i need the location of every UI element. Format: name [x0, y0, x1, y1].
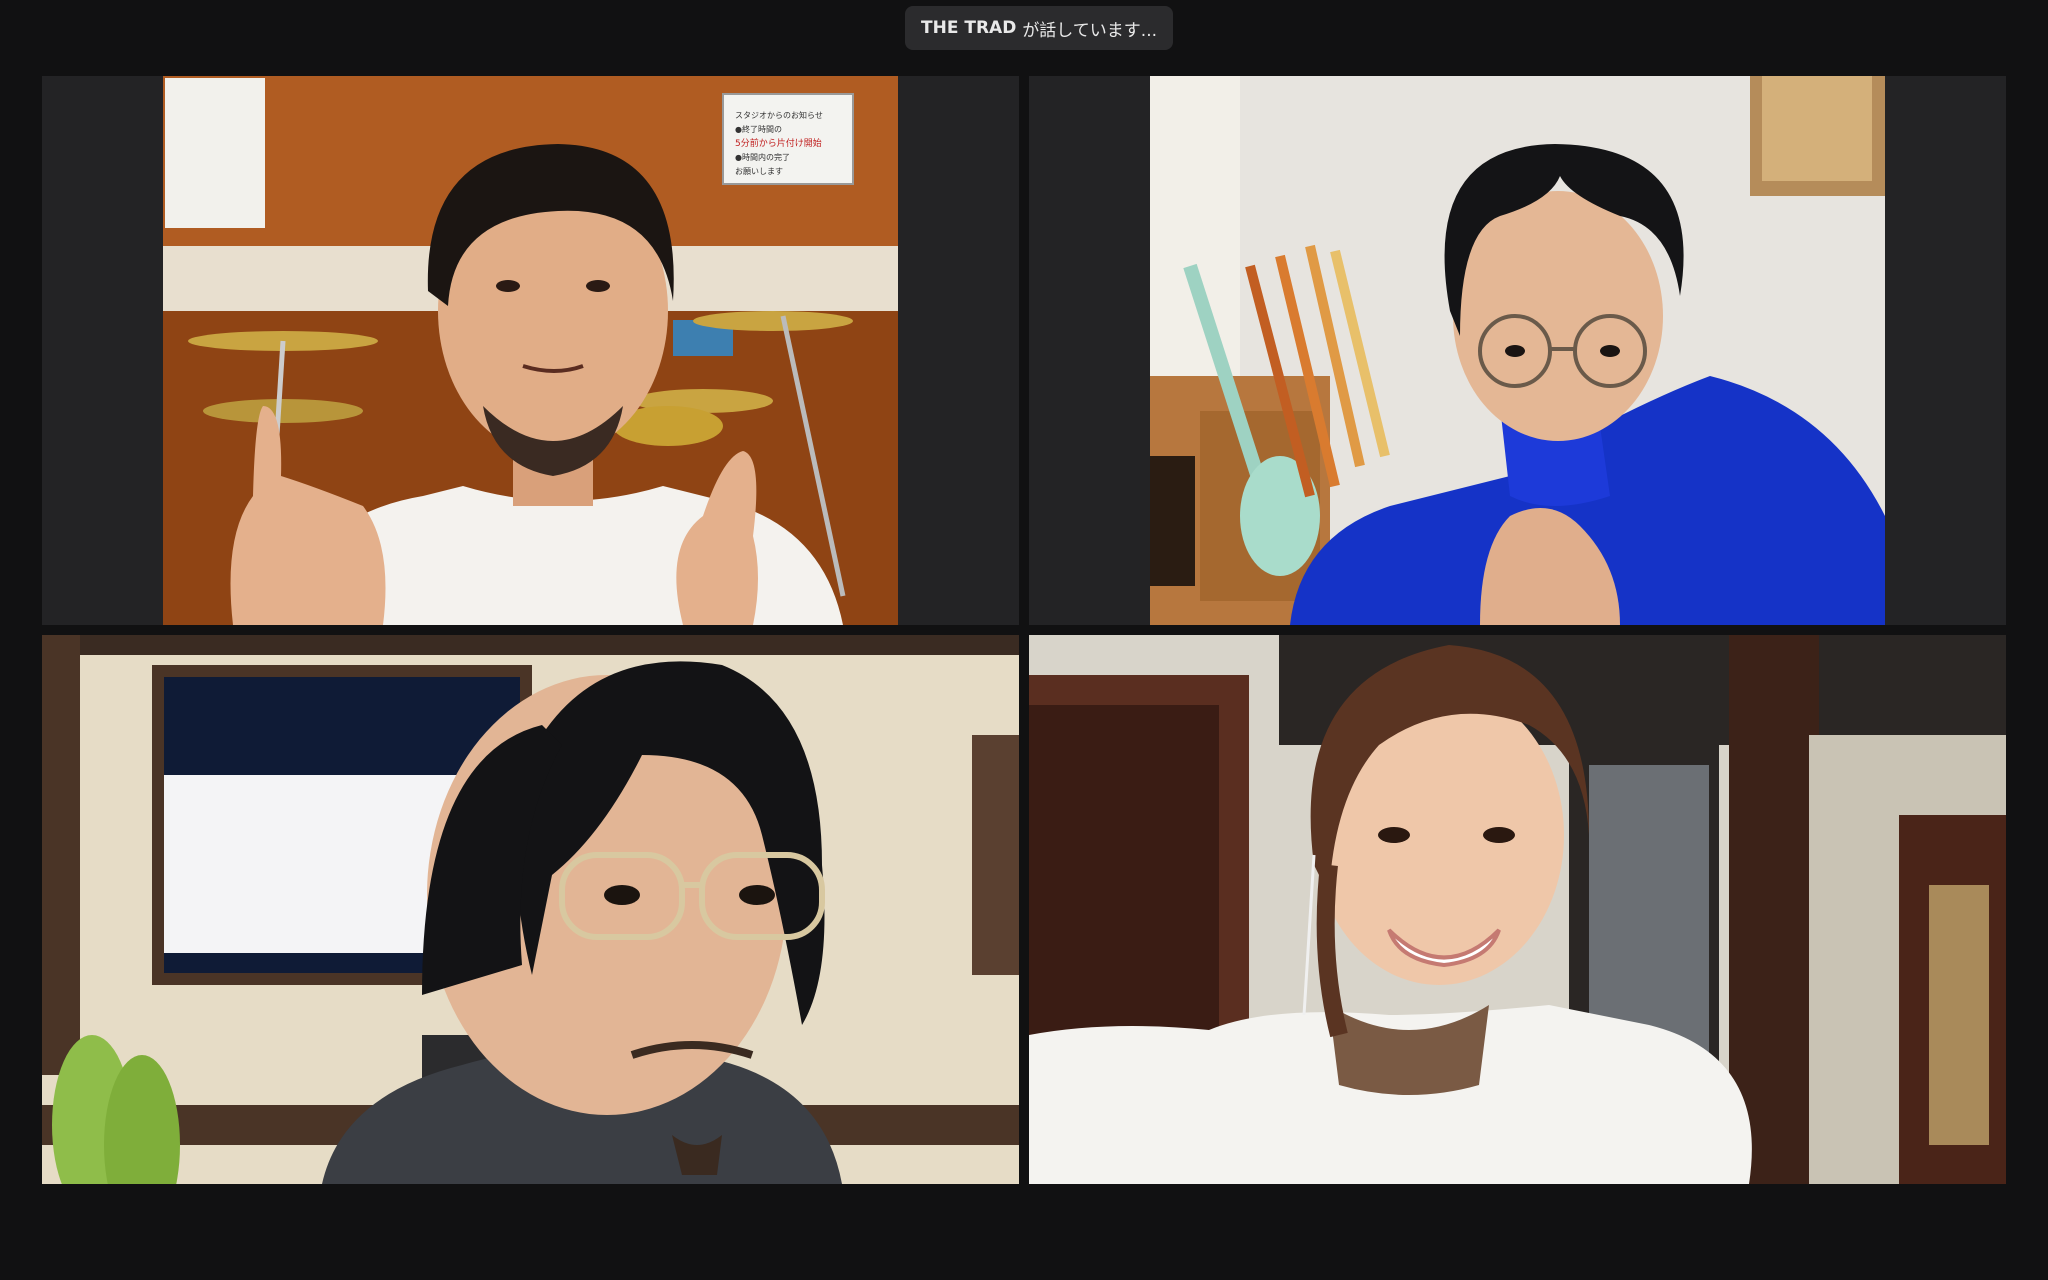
wall-notice-line3: 5分前から片付け開始: [735, 137, 822, 149]
participant-video-4: [1029, 635, 2006, 1184]
wall-notice-line4: ●時間内の完了: [735, 152, 790, 162]
active-speaker-indicator: THE TRAD が話しています...: [905, 6, 1174, 50]
participant-video-3: [42, 635, 1019, 1184]
video-tile-4[interactable]: [1029, 635, 2006, 1184]
participant-video-1: スタジオからのお知らせ ●終了時間の 5分前から片付け開始 ●時間内の完了 お願…: [163, 76, 898, 625]
wall-notice-line1: スタジオからのお知らせ: [735, 110, 823, 120]
active-speaker-name: THE TRAD: [921, 18, 1017, 38]
wall-notice-line2: ●終了時間の: [735, 124, 782, 134]
video-tile-3[interactable]: [42, 635, 1019, 1184]
wall-notice-line5: お願いします: [735, 167, 783, 176]
video-tile-1[interactable]: スタジオからのお知らせ ●終了時間の 5分前から片付け開始 ●時間内の完了 お願…: [42, 76, 1019, 625]
active-speaker-suffix: が話しています...: [1022, 20, 1158, 41]
participant-video-2: [1150, 76, 1885, 625]
video-tile-2[interactable]: [1029, 76, 2006, 625]
